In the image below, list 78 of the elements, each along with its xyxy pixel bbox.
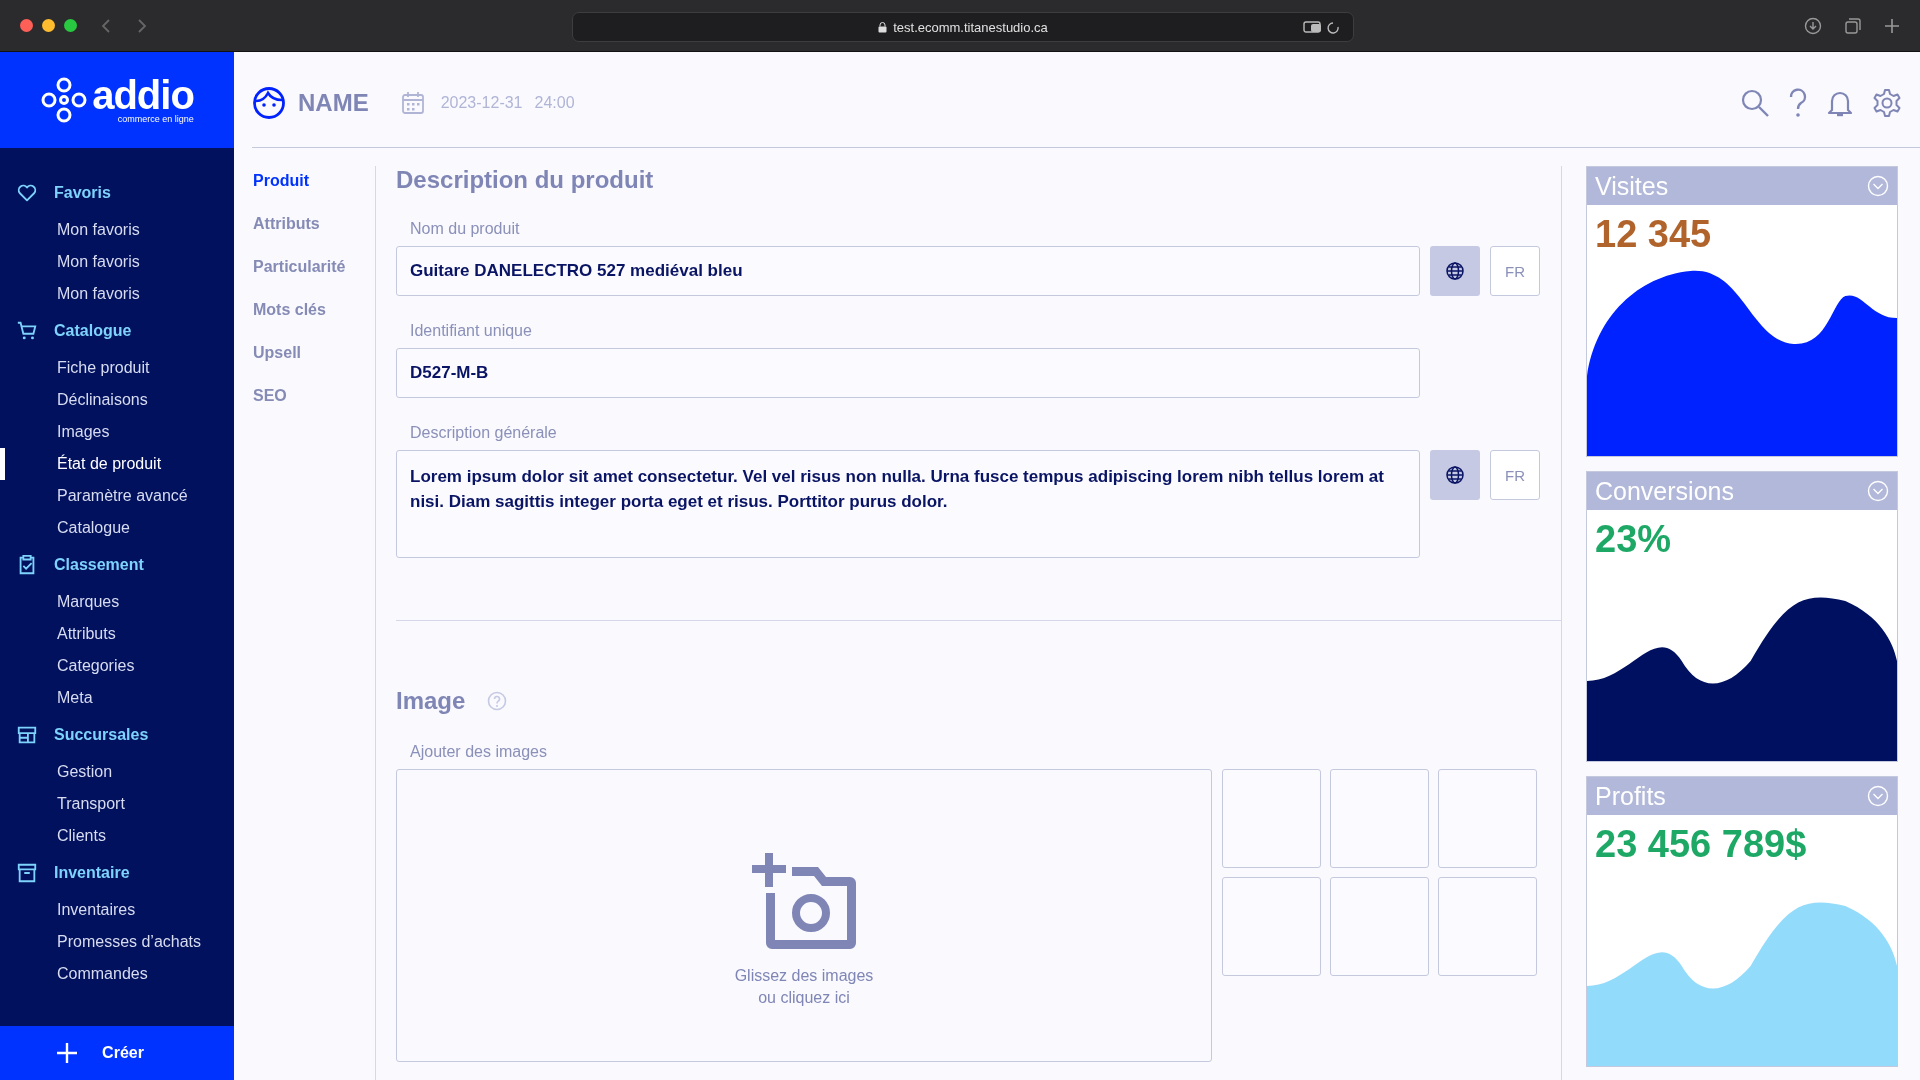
date-text: 2023-12-31	[440, 93, 523, 112]
stat-value: 23%	[1594, 517, 1673, 561]
nav-item[interactable]: Paramètre avancé	[0, 480, 234, 512]
store-icon	[16, 724, 38, 746]
nav-group-header[interactable]: Favoris	[0, 172, 234, 214]
nav-group-header[interactable]: Classement	[0, 544, 234, 586]
new-tab-icon[interactable]	[1884, 17, 1900, 34]
field-label: Description générale	[409, 424, 558, 442]
globe-icon	[1445, 465, 1465, 485]
stat-value: 23 456 789$	[1594, 822, 1808, 866]
create-button[interactable]: Créer	[0, 1026, 234, 1080]
close-window-icon[interactable]	[20, 19, 33, 32]
add-photo-icon	[752, 852, 856, 949]
nav-group-header[interactable]: Succursales	[0, 714, 234, 756]
card-title: Profits	[1595, 781, 1666, 811]
cart-icon	[16, 320, 38, 342]
nav-item[interactable]: Mon favoris	[0, 278, 234, 310]
translate-button[interactable]	[1430, 246, 1480, 296]
textarea-field[interactable]: Lorem ipsum dolor sit amet consectetur. Vel vel risus non nulla. Urna fusce tempus adipiscing lorem nibh tellus lorem at nisi. Diam sagittis integer porta eget et risus. Porttitor purus dolor.	[396, 450, 1420, 558]
nav-item[interactable]: Fiche produit	[0, 352, 234, 384]
nav-item[interactable]: Attributs	[0, 618, 234, 650]
calendar-icon[interactable]	[400, 90, 425, 115]
logo-tagline: commerce en ligne	[117, 114, 194, 124]
nav-group-header[interactable]: Inventaire	[0, 852, 234, 894]
plus-icon	[56, 1042, 79, 1064]
chevron-down-icon[interactable]	[1867, 175, 1889, 197]
input-field[interactable]: D527-M-B	[396, 348, 1420, 398]
nav-item[interactable]: Transport	[0, 788, 234, 820]
field-label: Ajouter des images	[409, 743, 548, 761]
field-label: Nom du produit	[409, 220, 521, 238]
nav-item[interactable]: État de produit	[0, 448, 234, 480]
nav-item[interactable]: Déclinaisons	[0, 384, 234, 416]
nav-item[interactable]: Meta	[0, 682, 234, 714]
nav-item[interactable]: Commandes	[0, 958, 234, 990]
search-icon[interactable]	[1740, 87, 1770, 118]
logo-banner[interactable]: addio commerce en ligne	[0, 52, 234, 148]
nav-item[interactable]: Gestion	[0, 756, 234, 788]
translate-button[interactable]	[1430, 450, 1480, 500]
help-icon[interactable]	[1788, 87, 1808, 118]
chevron-down-icon[interactable]	[1867, 785, 1889, 807]
tabs-icon[interactable]	[1844, 16, 1862, 35]
section-title: Description du produit	[396, 166, 655, 194]
nav-item[interactable]: Catalogue	[0, 512, 234, 544]
nav-item[interactable]: Mon favoris	[0, 214, 234, 246]
card-title: Conversions	[1595, 476, 1734, 506]
nav-item[interactable]: Categories	[0, 650, 234, 682]
nav-item[interactable]: Promesses d’achats	[0, 926, 234, 958]
record-title: NAME	[298, 88, 369, 117]
section-tab[interactable]: Produit	[253, 172, 375, 215]
field-label: Identifiant unique	[409, 322, 533, 340]
face-icon	[252, 85, 286, 120]
time-text: 24:00	[534, 93, 575, 112]
maximize-window-icon[interactable]	[64, 19, 77, 32]
dropzone-hint: Glissez des images	[734, 965, 874, 986]
globe-icon	[1445, 261, 1465, 281]
nav-item[interactable]: Images	[0, 416, 234, 448]
section-title: Image	[396, 687, 466, 715]
card-title: Visites	[1595, 171, 1669, 201]
forward-icon[interactable]	[135, 17, 149, 34]
heart-icon	[16, 182, 38, 204]
back-icon[interactable]	[99, 17, 113, 34]
stat-value: 12 345	[1594, 212, 1713, 256]
minimize-window-icon[interactable]	[42, 19, 55, 32]
archive-icon	[16, 862, 38, 884]
nav-group-header[interactable]: Catalogue	[0, 310, 234, 352]
nav-item[interactable]: Clients	[0, 820, 234, 852]
logo-wordmark: addio	[92, 76, 194, 114]
input-field[interactable]: Guitare DANELECTRO 527 mediéval bleu	[396, 246, 1420, 296]
address-bar[interactable]: test.ecomm.titanestudio.ca	[572, 12, 1354, 42]
download-icon[interactable]	[1804, 16, 1822, 35]
dropzone-hint: ou cliquez ici	[758, 987, 850, 1008]
nav-item[interactable]: Inventaires	[0, 894, 234, 926]
nav-item[interactable]: Mon favoris	[0, 246, 234, 278]
logo-icon	[40, 76, 89, 124]
nav-item[interactable]: Marques	[0, 586, 234, 618]
settings-icon[interactable]	[1872, 87, 1902, 118]
lock-icon	[878, 21, 888, 33]
chevron-down-icon[interactable]	[1867, 480, 1889, 502]
